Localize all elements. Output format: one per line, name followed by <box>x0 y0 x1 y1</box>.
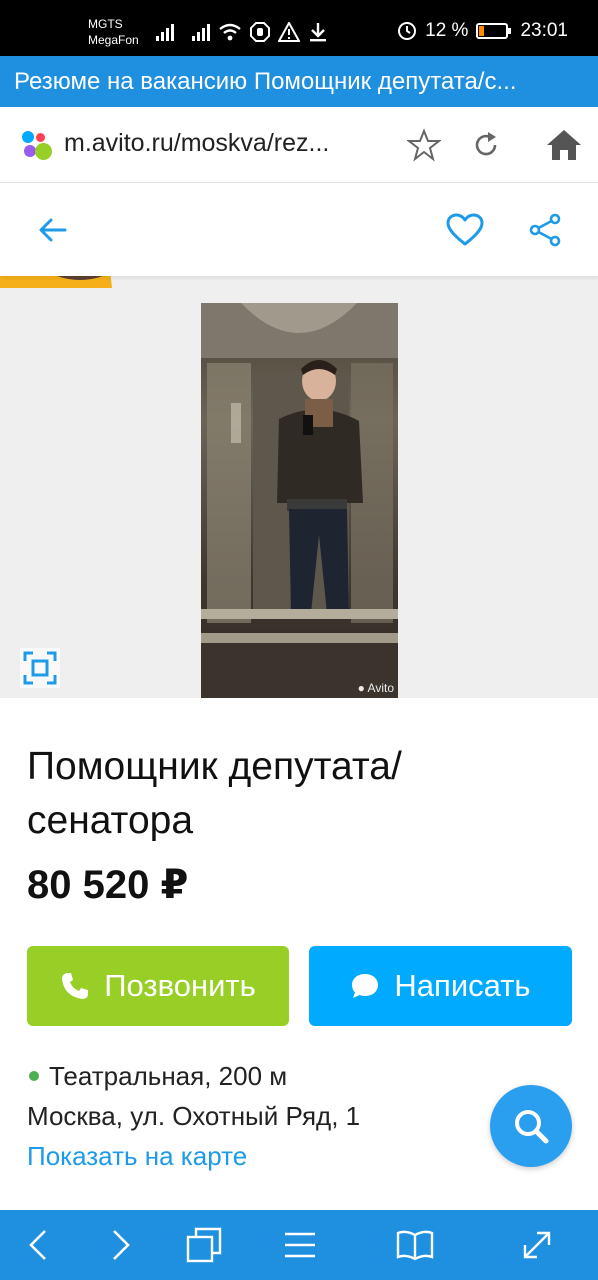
watermark-text: Avito <box>367 681 394 695</box>
photo-illustration <box>201 303 398 698</box>
warning-icon <box>278 22 300 42</box>
show-on-map-link[interactable]: Показать на карте <box>27 1138 247 1174</box>
signal-icon <box>156 23 174 41</box>
menu-icon[interactable] <box>280 1225 320 1265</box>
address-text: Москва, ул. Охотный Ряд, 1 <box>27 1101 361 1131</box>
address-bar[interactable]: m.avito.ru/moskva/rez... <box>0 107 598 183</box>
ad-price: 80 520 ₽ <box>27 863 189 907</box>
call-button-label: Позвонить <box>104 968 256 1003</box>
metro-station-text: Театральная, 200 м <box>49 1061 288 1091</box>
back-arrow-icon[interactable] <box>33 210 73 250</box>
status-icons <box>156 20 328 44</box>
book-icon[interactable] <box>395 1225 435 1265</box>
data-saver-icon <box>398 22 417 40</box>
battery-icon <box>476 23 512 39</box>
message-button-label: Написать <box>394 968 531 1003</box>
url-text[interactable]: m.avito.ru/moskva/rez... <box>64 129 384 158</box>
call-button[interactable]: Позвонить <box>27 946 289 1026</box>
star-icon[interactable] <box>406 127 442 163</box>
carrier-1: MGTS <box>88 17 123 31</box>
carrier-names: MGTS MegaFon <box>88 16 139 48</box>
clock: 23:01 <box>520 20 568 41</box>
share-icon[interactable] <box>525 210 565 250</box>
photo-gallery[interactable]: ● Avito <box>0 276 598 698</box>
download-icon <box>310 23 326 42</box>
battery-percent: 12 % <box>425 20 469 41</box>
home-icon[interactable] <box>546 127 582 163</box>
back-icon[interactable] <box>18 1225 58 1265</box>
wifi-icon <box>219 23 241 41</box>
fullscreen-icon[interactable] <box>517 1225 557 1265</box>
heart-icon[interactable] <box>445 210 485 250</box>
signal-icon-2 <box>192 23 210 41</box>
ad-title: Помощник депутата/ сенатора <box>27 740 567 848</box>
app-header <box>0 184 598 276</box>
browser-bottom-bar <box>0 1210 598 1280</box>
hand-icon <box>250 22 270 42</box>
listing-photo[interactable]: ● Avito <box>201 303 398 698</box>
phone-icon <box>62 973 89 999</box>
search-icon <box>515 1110 549 1144</box>
message-button[interactable]: Написать <box>309 946 572 1026</box>
status-bar: MGTS MegaFon 12 % 23:01 <box>0 0 598 56</box>
page-title-bar: Резюме на вакансию Помощник депутата/с..… <box>0 56 598 107</box>
avito-watermark: ● Avito <box>357 681 394 695</box>
search-fab[interactable] <box>490 1085 572 1167</box>
seller-avatar-peek <box>0 276 112 288</box>
carrier-2: MegaFon <box>88 33 139 47</box>
ad-title-line-2: сенатора <box>27 799 194 842</box>
chat-bubble-icon <box>352 974 379 998</box>
tabs-icon[interactable] <box>184 1225 224 1265</box>
reload-icon[interactable] <box>468 127 504 163</box>
metro-line-dot <box>29 1071 39 1081</box>
metro-station: Театральная, 200 м <box>27 1058 287 1094</box>
avito-logo-icon <box>22 129 54 161</box>
forward-icon[interactable] <box>101 1225 141 1265</box>
status-right: 12 % 23:01 <box>397 20 568 42</box>
ad-title-line-1: Помощник депутата/ <box>27 745 402 788</box>
fullscreen-expand-icon[interactable] <box>20 648 60 688</box>
